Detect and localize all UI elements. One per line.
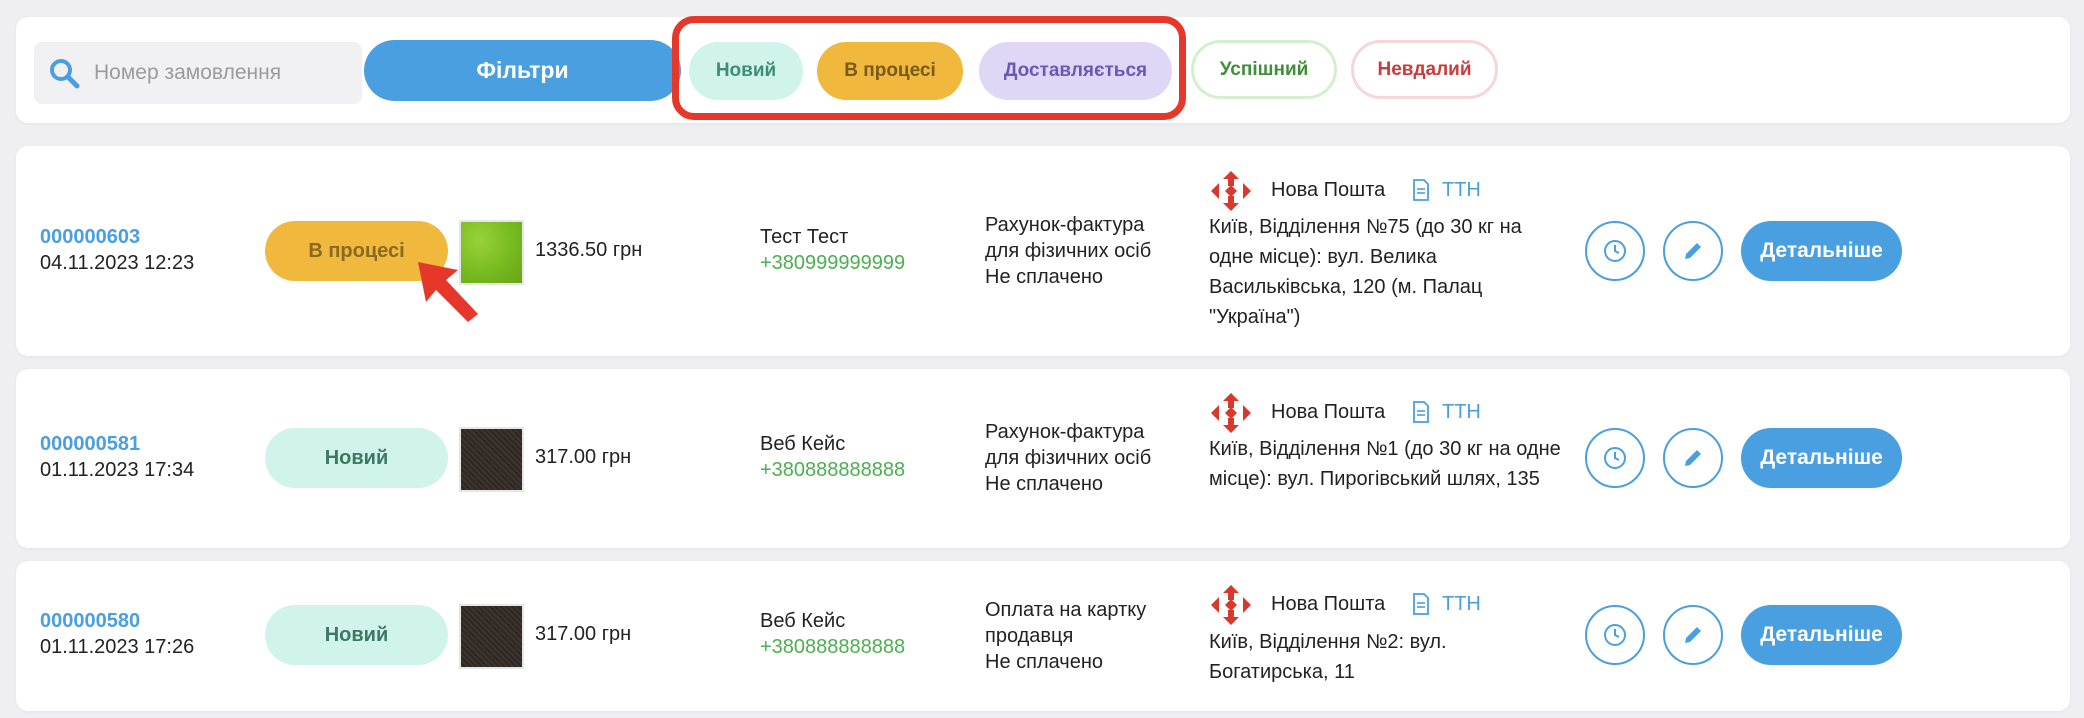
search-icon — [50, 59, 80, 89]
order-row: 000000581 01.11.2023 17:34 Новий 317.00 … — [16, 369, 2070, 548]
order-row: 000000580 01.11.2023 17:26 Новий 317.00 … — [16, 561, 2070, 711]
order-date: 01.11.2023 17:34 — [40, 459, 195, 481]
payment-info: Рахунок-фактура для фізичних осіб Не спл… — [985, 212, 1185, 290]
ttn-link[interactable]: ТТН — [1442, 401, 1481, 424]
delivery-address: Київ, Відділення №1 (до 30 кг на одне мі… — [1209, 438, 1561, 490]
search-box[interactable] — [34, 42, 362, 104]
clock-icon — [1604, 624, 1626, 646]
customer-phone: +380999999999 — [760, 252, 906, 274]
filters-button[interactable]: Фільтри — [364, 40, 681, 101]
payment-method-line: Рахунок-фактура — [985, 214, 1145, 236]
ttn-link[interactable]: ТТН — [1442, 179, 1481, 202]
order-status-badge: Новий — [265, 428, 448, 488]
document-icon[interactable] — [1412, 401, 1430, 423]
pencil-icon — [1685, 243, 1701, 259]
annotation-arrow-icon — [418, 262, 478, 322]
payment-method-line: Оплата на картку — [985, 599, 1147, 621]
customer-phone: +380888888888 — [760, 636, 906, 658]
clock-icon — [1604, 240, 1626, 262]
nova-poshta-logo-icon — [1211, 585, 1251, 625]
customer-phone: +380888888888 — [760, 459, 906, 481]
edit-button[interactable] — [1663, 221, 1723, 281]
nova-poshta-logo-icon — [1211, 171, 1251, 211]
order-price: 317.00 грн — [535, 623, 632, 645]
carrier-name: Нова Пошта — [1271, 401, 1386, 423]
delivery-address: Київ, Відділення №75 (до 30 кг на одне м… — [1209, 216, 1522, 328]
payment-info: Оплата на картку продавця Не сплачено — [985, 597, 1185, 675]
payment-method-line: продавця — [985, 625, 1074, 647]
carrier-name: Нова Пошта — [1271, 179, 1386, 201]
edit-button[interactable] — [1663, 428, 1723, 488]
order-date: 01.11.2023 17:26 — [40, 636, 195, 658]
order-number-link[interactable]: 000000581 — [40, 433, 140, 456]
history-button[interactable] — [1585, 605, 1645, 665]
pencil-icon — [1685, 450, 1701, 466]
payment-method-line: Рахунок-фактура — [985, 421, 1145, 443]
order-number-link[interactable]: 000000603 — [40, 226, 140, 249]
customer-name: Тест Тест — [760, 226, 849, 248]
search-input[interactable] — [94, 61, 344, 85]
order-number-link[interactable]: 000000580 — [40, 610, 140, 633]
document-icon[interactable] — [1412, 179, 1430, 201]
customer-name: Веб Кейс — [760, 433, 846, 455]
ttn-link[interactable]: ТТН — [1442, 593, 1481, 616]
payment-status: Не сплачено — [985, 473, 1104, 495]
order-price: 1336.50 грн — [535, 239, 643, 261]
payment-status: Не сплачено — [985, 651, 1104, 673]
customer-name: Веб Кейс — [760, 610, 846, 632]
order-row: 000000603 04.11.2023 12:23 В процесі 133… — [16, 146, 2070, 356]
payment-method-line: для фізичних осіб — [985, 447, 1152, 469]
payment-method-line: для фізичних осіб — [985, 240, 1152, 262]
details-button[interactable]: Детальніше — [1741, 221, 1902, 281]
nova-poshta-logo-icon — [1211, 393, 1251, 433]
payment-info: Рахунок-фактура для фізичних осіб Не спл… — [985, 419, 1185, 497]
history-button[interactable] — [1585, 221, 1645, 281]
payment-status: Не сплачено — [985, 266, 1104, 288]
edit-button[interactable] — [1663, 605, 1723, 665]
clock-icon — [1604, 447, 1626, 469]
filter-status-successful[interactable]: Успішний — [1191, 40, 1337, 99]
details-button[interactable]: Детальніше — [1741, 605, 1902, 665]
order-status-badge: Новий — [265, 605, 448, 665]
history-button[interactable] — [1585, 428, 1645, 488]
pencil-icon — [1685, 627, 1701, 643]
product-thumbnail — [459, 604, 524, 669]
carrier-name: Нова Пошта — [1271, 593, 1386, 615]
order-price: 317.00 грн — [535, 446, 632, 468]
document-icon[interactable] — [1412, 593, 1430, 615]
order-date: 04.11.2023 12:23 — [40, 252, 195, 274]
product-thumbnail — [459, 427, 524, 492]
filter-status-failed[interactable]: Невдалий — [1351, 40, 1498, 99]
highlight-box — [672, 16, 1186, 120]
delivery-address: Київ, Відділення №2: вул. Богатирська, 1… — [1209, 631, 1447, 683]
details-button[interactable]: Детальніше — [1741, 428, 1902, 488]
